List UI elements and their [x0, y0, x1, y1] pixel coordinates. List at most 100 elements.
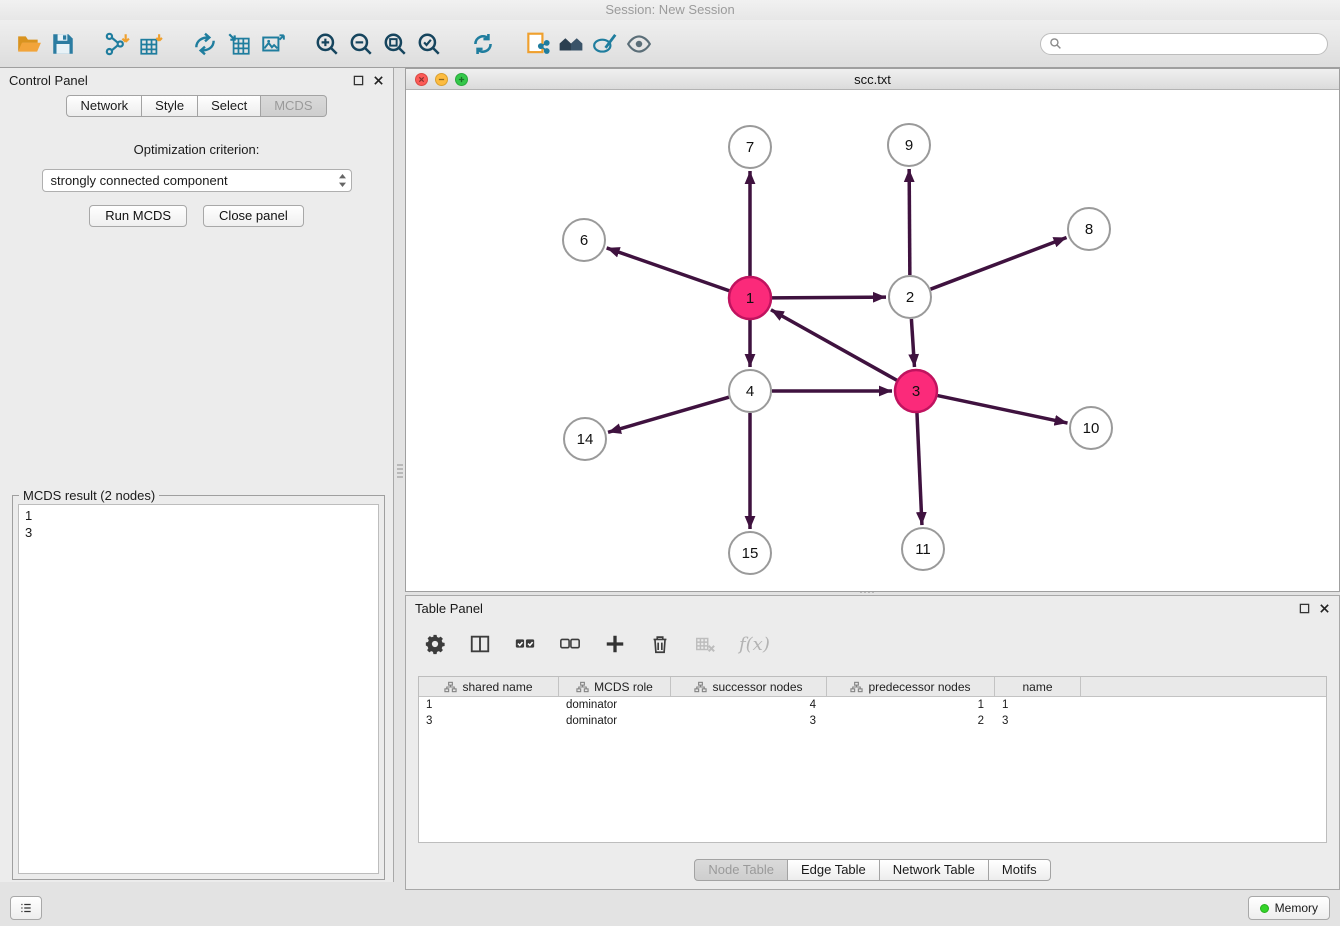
graph-node-label: 8	[1085, 221, 1093, 238]
add-column-button[interactable]	[604, 633, 626, 655]
zoom-selected-icon	[416, 31, 442, 57]
graph-node-label: 10	[1083, 420, 1100, 437]
graph-edge-2-8[interactable]	[931, 238, 1067, 290]
header-filler	[1081, 677, 1326, 696]
column-header-name[interactable]: name	[995, 677, 1081, 696]
cell-successor-nodes[interactable]: 4	[671, 699, 827, 711]
graph-edge-3-11[interactable]	[917, 413, 922, 525]
open-file-button[interactable]	[12, 27, 46, 61]
refresh-icon	[470, 31, 496, 57]
mcds-result-title: MCDS result (2 nodes)	[19, 488, 159, 503]
table-panel-tabs: Node Table Edge Table Network Table Moti…	[406, 859, 1339, 881]
network-from-table-button[interactable]	[222, 27, 256, 61]
first-neighbors-button[interactable]	[188, 27, 222, 61]
cell-mcds-role[interactable]: dominator	[559, 715, 671, 727]
import-table-button[interactable]	[134, 27, 168, 61]
plus-icon	[604, 633, 626, 655]
graph-edge-2-3[interactable]	[911, 319, 914, 367]
zoom-out-button[interactable]	[344, 27, 378, 61]
graph-edge-3-1[interactable]	[771, 310, 897, 381]
minimize-window-icon[interactable]	[435, 73, 448, 86]
optimization-criterion-select[interactable]: strongly connected component	[42, 169, 352, 192]
mcds-buttons-row: Run MCDS Close panel	[0, 205, 393, 227]
cell-shared-name[interactable]: 1	[419, 699, 559, 711]
column-label: MCDS role	[594, 680, 653, 694]
cell-shared-name[interactable]: 3	[419, 715, 559, 727]
graph-edge-2-9[interactable]	[909, 169, 910, 275]
table-header-row: shared name MCDS role successor nodes pr…	[419, 677, 1326, 697]
column-header-predecessor-nodes[interactable]: predecessor nodes	[827, 677, 995, 696]
select-all-button[interactable]	[514, 633, 536, 655]
zoom-in-button[interactable]	[310, 27, 344, 61]
network-home-button[interactable]	[554, 27, 588, 61]
task-history-button[interactable]	[10, 896, 42, 920]
graph-edge-1-2[interactable]	[772, 297, 886, 298]
style-pen-icon	[592, 31, 618, 57]
gear-icon	[424, 633, 446, 655]
show-columns-button[interactable]	[469, 633, 491, 655]
float-panel-icon[interactable]	[1299, 603, 1310, 614]
zoom-fit-button[interactable]	[378, 27, 412, 61]
maximize-window-icon[interactable]	[455, 73, 468, 86]
table-panel-header: Table Panel	[406, 596, 1339, 620]
export-image-button[interactable]	[256, 27, 290, 61]
column-type-icon	[850, 681, 863, 693]
close-panel-button[interactable]: Close panel	[203, 205, 304, 227]
show-details-button[interactable]	[622, 27, 656, 61]
curved-arrows-icon	[192, 31, 218, 57]
memory-button[interactable]: Memory	[1248, 896, 1330, 920]
clone-network-button[interactable]	[520, 27, 554, 61]
close-panel-icon[interactable]	[373, 75, 384, 86]
column-label: successor nodes	[712, 680, 802, 694]
graph-edge-3-10[interactable]	[938, 396, 1068, 423]
panel-window-controls	[353, 75, 384, 86]
cell-mcds-role[interactable]: dominator	[559, 699, 671, 711]
tab-motifs[interactable]: Motifs	[989, 859, 1051, 881]
column-header-shared-name[interactable]: shared name	[419, 677, 559, 696]
network-canvas[interactable]: 7968124314101511	[406, 89, 1339, 591]
cell-name[interactable]: 1	[995, 699, 1081, 711]
search-input[interactable]	[1067, 36, 1319, 52]
eye-icon	[626, 31, 652, 57]
graph-edge-1-6[interactable]	[607, 248, 730, 291]
tab-select[interactable]: Select	[198, 95, 261, 117]
vertical-splitter-handle[interactable]	[397, 464, 403, 480]
cell-successor-nodes[interactable]: 3	[671, 715, 827, 727]
run-mcds-button[interactable]: Run MCDS	[89, 205, 187, 227]
mcds-result-list[interactable]: 1 3	[18, 504, 379, 874]
column-header-successor-nodes[interactable]: successor nodes	[671, 677, 827, 696]
column-label: name	[1022, 680, 1052, 694]
style-pen-button[interactable]	[588, 27, 622, 61]
tab-network-table[interactable]: Network Table	[880, 859, 989, 881]
import-network-button[interactable]	[100, 27, 134, 61]
mcds-result-item[interactable]: 3	[25, 524, 372, 541]
cell-name[interactable]: 3	[995, 715, 1081, 727]
tab-edge-table[interactable]: Edge Table	[788, 859, 880, 881]
column-header-mcds-role[interactable]: MCDS role	[559, 677, 671, 696]
save-session-button[interactable]	[46, 27, 80, 61]
cell-predecessor-nodes[interactable]: 1	[827, 699, 995, 711]
deselect-all-button[interactable]	[559, 633, 581, 655]
table-row[interactable]: 1 dominator 4 1 1	[419, 697, 1326, 713]
table-row[interactable]: 3 dominator 3 2 3	[419, 713, 1326, 729]
cell-predecessor-nodes[interactable]: 2	[827, 715, 995, 727]
delete-column-button[interactable]	[649, 633, 671, 655]
graph-edge-4-14[interactable]	[608, 397, 729, 432]
delete-table-button[interactable]	[694, 633, 716, 655]
close-window-icon[interactable]	[415, 73, 428, 86]
apply-layout-button[interactable]	[466, 27, 500, 61]
table-mode-button[interactable]	[424, 633, 446, 655]
control-panel: Control Panel Network Style Select MCDS …	[0, 68, 394, 882]
tab-mcds[interactable]: MCDS	[261, 95, 326, 117]
float-panel-icon[interactable]	[353, 75, 364, 86]
tab-node-table[interactable]: Node Table	[694, 859, 788, 881]
graph-node-label: 2	[906, 289, 914, 306]
zoom-selected-button[interactable]	[412, 27, 446, 61]
tab-style[interactable]: Style	[142, 95, 198, 117]
close-panel-icon[interactable]	[1319, 603, 1330, 614]
tab-network[interactable]: Network	[66, 95, 142, 117]
mcds-result-item[interactable]: 1	[25, 507, 372, 524]
function-builder-button[interactable]: f(x)	[739, 634, 770, 655]
select-all-icon	[514, 633, 536, 655]
window-title: Session: New Session	[605, 2, 734, 17]
